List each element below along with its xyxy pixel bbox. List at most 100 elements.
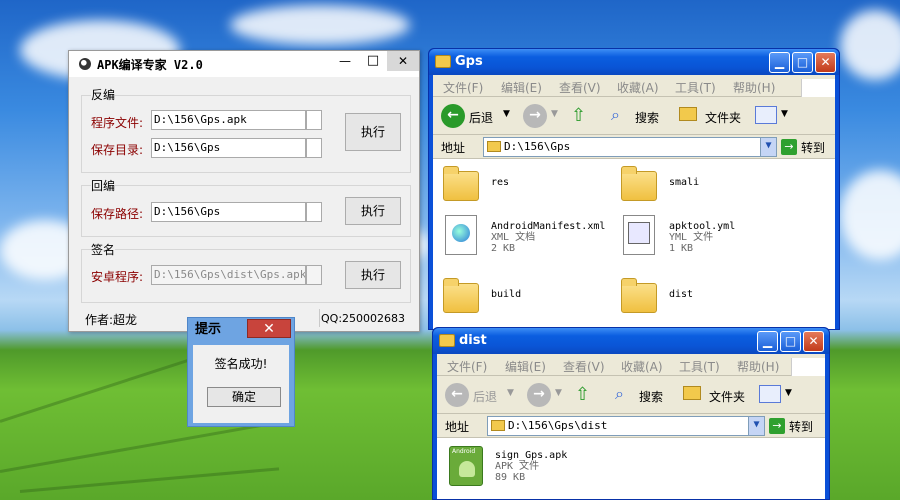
forward-dropdown-icon[interactable]: ▼ [555, 388, 562, 398]
menu-edit[interactable]: 编辑(E) [501, 79, 542, 96]
explorer-title-bar[interactable]: Gps ▁ □ ✕ [429, 49, 839, 75]
apk-file-icon[interactable]: Android [449, 446, 483, 486]
back-button[interactable]: 后退 [473, 388, 497, 405]
dialog-title-bar[interactable]: 提示 ✕ [188, 318, 294, 342]
menu-help[interactable]: 帮助(H) [737, 358, 779, 375]
back-dropdown-icon[interactable]: ▼ [503, 109, 510, 119]
address-label: 地址 [445, 420, 470, 434]
forward-dropdown-icon[interactable]: ▼ [551, 109, 558, 119]
menu-bar: 文件(F) 编辑(E) 查看(V) 收藏(A) 工具(T) 帮助(H) [433, 75, 835, 101]
forward-arrow-icon[interactable]: → [523, 104, 547, 128]
dialog-message: 签名成功! [214, 357, 268, 371]
dialog-ok-button[interactable]: 确定 [207, 387, 281, 407]
decompile-execute-button[interactable]: 执行 [345, 113, 401, 151]
menu-favorites[interactable]: 收藏(A) [617, 79, 659, 96]
sign-execute-button[interactable]: 执行 [345, 261, 401, 289]
qq-text: QQ:250002683 [321, 312, 406, 325]
go-arrow-icon[interactable]: → [781, 139, 797, 155]
views-dropdown-icon[interactable]: ▼ [781, 109, 788, 119]
address-text: D:\156\Gps\dist [508, 419, 608, 432]
field-line [0, 421, 277, 473]
menu-view[interactable]: 查看(V) [559, 79, 601, 96]
address-dropdown-icon[interactable]: ▼ [760, 138, 776, 156]
list-item[interactable]: res [491, 177, 509, 188]
list-item[interactable]: build [491, 289, 521, 300]
save-path-input[interactable]: D:\156\Gps [151, 202, 306, 222]
folders-button[interactable]: 文件夹 [705, 109, 741, 126]
back-arrow-icon[interactable]: ← [441, 104, 465, 128]
views-icon[interactable] [755, 106, 777, 124]
back-dropdown-icon[interactable]: ▼ [507, 388, 514, 398]
save-dir-input[interactable]: D:\156\Gps [151, 138, 306, 158]
search-icon[interactable]: ⌕ [611, 105, 620, 125]
save-path-label: 保存路径: [91, 207, 144, 221]
android-app-label: 安卓程序: [91, 270, 144, 284]
go-arrow-icon[interactable]: → [769, 418, 785, 434]
list-item[interactable]: apktool.yml YML 文件 1 KB [669, 221, 735, 254]
search-button[interactable]: 搜索 [639, 388, 663, 405]
folder-icon [435, 55, 451, 68]
list-item[interactable]: AndroidManifest.xml XML 文档 2 KB [491, 221, 605, 254]
search-button[interactable]: 搜索 [635, 109, 659, 126]
menu-edit[interactable]: 编辑(E) [505, 358, 546, 375]
up-folder-icon[interactable]: ⇧ [571, 105, 586, 126]
close-button[interactable]: ✕ [387, 51, 419, 71]
message-dialog: 提示 ✕ 签名成功! 确定 [187, 317, 295, 427]
folders-icon[interactable] [679, 107, 697, 121]
author-text: 作者:超龙 [85, 313, 138, 327]
close-button[interactable]: ✕ [815, 52, 836, 73]
menu-view[interactable]: 查看(V) [563, 358, 605, 375]
forward-arrow-icon[interactable]: → [527, 383, 551, 407]
search-icon[interactable]: ⌕ [615, 384, 624, 404]
menu-file[interactable]: 文件(F) [447, 358, 487, 375]
address-label: 地址 [441, 141, 466, 155]
program-file-input[interactable]: D:\156\Gps.apk [151, 110, 306, 130]
file-list: Android sign_Gps.apk APK 文件 89 KB [437, 438, 827, 501]
minimize-button[interactable]: ▁ [769, 52, 790, 73]
apk-title-bar[interactable]: APK编译专家 V2.0 — □ ✕ [69, 51, 419, 77]
yml-file-icon[interactable] [623, 215, 655, 255]
list-item[interactable]: dist [669, 289, 693, 300]
xml-file-icon[interactable] [445, 215, 477, 255]
folders-button[interactable]: 文件夹 [709, 388, 745, 405]
menu-help[interactable]: 帮助(H) [733, 79, 775, 96]
folder-icon[interactable] [443, 166, 479, 201]
android-app-input[interactable]: D:\156\Gps\dist\Gps.apk [151, 265, 306, 285]
menu-favorites[interactable]: 收藏(A) [621, 358, 663, 375]
minimize-button[interactable]: ▁ [757, 331, 778, 352]
save-dir-label: 保存目录: [91, 143, 144, 157]
back-button[interactable]: 后退 [469, 109, 493, 126]
folder-icon [491, 420, 505, 431]
recompile-execute-button[interactable]: 执行 [345, 197, 401, 225]
folders-icon[interactable] [683, 386, 701, 400]
list-item[interactable]: smali [669, 177, 699, 188]
address-input[interactable]: D:\156\Gps ▼ [483, 137, 777, 157]
maximize-button[interactable]: □ [792, 52, 813, 73]
go-button[interactable]: 转到 [801, 139, 825, 156]
views-icon[interactable] [759, 385, 781, 403]
list-item[interactable]: sign_Gps.apk APK 文件 89 KB [495, 450, 567, 483]
address-input[interactable]: D:\156\Gps\dist ▼ [487, 416, 765, 436]
maximize-button[interactable]: □ [780, 331, 801, 352]
close-button[interactable]: ✕ [803, 331, 824, 352]
explorer-window-dist: dist ▁ □ ✕ 文件(F) 编辑(E) 查看(V) 收藏(A) 工具(T)… [432, 327, 830, 500]
menu-tools[interactable]: 工具(T) [679, 358, 720, 375]
address-dropdown-icon[interactable]: ▼ [748, 417, 764, 435]
save-dir-input-tail [306, 138, 322, 158]
address-bar: 地址 D:\156\Gps ▼ → 转到 [433, 135, 835, 159]
app-logo-icon [79, 58, 91, 70]
toolbar: ← 后退 ▼ → ▼ ⇧ ⌕ 搜索 文件夹 ▼ [437, 376, 825, 414]
back-arrow-icon[interactable]: ← [445, 383, 469, 407]
views-dropdown-icon[interactable]: ▼ [785, 388, 792, 398]
menu-tools[interactable]: 工具(T) [675, 79, 716, 96]
up-folder-icon[interactable]: ⇧ [575, 384, 590, 405]
maximize-button[interactable]: □ [359, 51, 387, 71]
folder-icon[interactable] [621, 166, 657, 201]
go-button[interactable]: 转到 [789, 418, 813, 435]
dialog-close-button[interactable]: ✕ [247, 319, 291, 338]
explorer-title-bar[interactable]: dist ▁ □ ✕ [433, 328, 829, 354]
menu-file[interactable]: 文件(F) [443, 79, 483, 96]
minimize-button[interactable]: — [331, 51, 359, 71]
folder-icon[interactable] [443, 278, 479, 313]
folder-icon[interactable] [621, 278, 657, 313]
